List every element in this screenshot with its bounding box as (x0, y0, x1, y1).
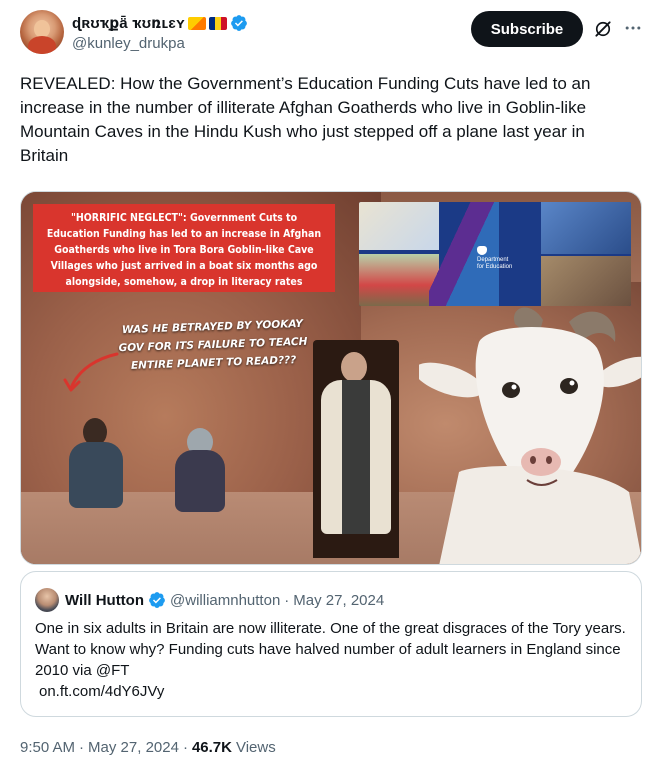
seated-woman (175, 450, 225, 512)
standing-elder-head (341, 352, 367, 382)
royal-crest-icon (477, 246, 487, 255)
red-arrow-icon (63, 352, 119, 392)
bhutan-flag-icon (187, 16, 206, 30)
dfe-logo-line2: for Education (477, 264, 513, 270)
dfe-banner: Department for Education (359, 202, 631, 306)
tweet-header: ɖʀʊҡքǟ ҡʊռʟɛʏ @kunley_drukpa Subscribe (20, 10, 641, 60)
tweet-time[interactable]: 9:50 AM (20, 739, 75, 756)
author-name-row: ɖʀʊҡքǟ ҡʊռʟɛʏ (72, 12, 248, 34)
quoted-tweet-header: Will Hutton @williamnhutton · May 27, 20… (65, 589, 384, 611)
views-count[interactable]: 46.7K (192, 739, 232, 756)
quoted-author-avatar[interactable] (35, 588, 59, 612)
tweet-date[interactable]: May 27, 2024 (88, 739, 179, 756)
meta-separator: · (182, 738, 188, 756)
author-avatar[interactable] (20, 10, 64, 54)
more-options-icon[interactable] (623, 18, 643, 38)
dfe-photo-learners (541, 256, 631, 306)
subscribe-button[interactable]: Subscribe (471, 11, 583, 47)
dfe-logo: Department for Education (477, 246, 533, 271)
romania-flag-icon (208, 16, 227, 30)
quoted-tweet-text-block: One in six adults in Britain are now ill… (35, 618, 631, 702)
tweet-text: REVEALED: How the Government’s Education… (20, 74, 591, 165)
verified-badge-icon (230, 15, 247, 31)
quoted-tweet-link[interactable]: on.ft.com/4dY6JVy (35, 681, 631, 702)
goat-illustration (419, 307, 641, 564)
media-caption: WAS HE BETRAYED BY YOOKAY GOV FOR ITS FA… (118, 317, 308, 372)
dfe-photo-students (541, 202, 631, 254)
quoted-author-name[interactable]: Will Hutton (65, 592, 144, 609)
meta-separator: · (79, 738, 85, 756)
views-label: Views (235, 738, 276, 756)
author-handle[interactable]: @kunley_drukpa (72, 35, 185, 52)
quoted-author-handle[interactable]: @williamnhutton (170, 592, 280, 609)
quoted-tweet-text: One in six adults in Britain are now ill… (35, 620, 626, 679)
crouching-man (69, 442, 123, 508)
quoted-separator: · (284, 591, 290, 609)
media-headline-box: "HORRIFIC NEGLECT": Government Cuts to E… (33, 204, 335, 292)
standing-elder (321, 380, 391, 534)
avatar-body (28, 36, 56, 54)
dfe-photo-classroom (359, 202, 439, 250)
dfe-logo-line1: Department (477, 257, 509, 263)
grok-icon[interactable] (593, 19, 613, 39)
author-display-name[interactable]: ɖʀʊҡքǟ ҡʊռʟɛʏ (72, 14, 185, 32)
tweet-media-image[interactable]: "HORRIFIC NEGLECT": Government Cuts to E… (20, 191, 642, 565)
quoted-tweet-date[interactable]: May 27, 2024 (293, 592, 384, 609)
quoted-tweet-card[interactable]: Will Hutton @williamnhutton · May 27, 20… (20, 571, 642, 717)
verified-badge-icon (149, 592, 165, 608)
dfe-photo-pupils (359, 254, 439, 306)
tweet-meta: 9:50 AM · May 27, 2024 · 46.7K Views (20, 737, 276, 757)
